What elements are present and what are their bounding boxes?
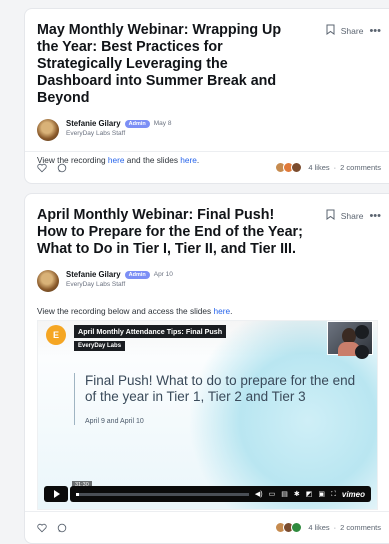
post-actions: Share ••• (326, 24, 381, 37)
author-line: Stefanie Gilary Admin May 8 (66, 119, 171, 128)
video-channel[interactable]: EveryDay Labs (74, 341, 126, 351)
fullscreen-icon[interactable]: ⛶ (331, 491, 336, 498)
avatar (291, 162, 303, 173)
video-player[interactable]: E April Monthly Attendance Tips: Final P… (37, 320, 378, 510)
vimeo-logo[interactable]: vimeo (342, 490, 365, 499)
body-text: View the recording below and access the … (37, 306, 214, 316)
post-card: April Monthly Webinar: Final Push! How t… (24, 193, 389, 544)
heart-icon[interactable] (37, 523, 47, 533)
more-horizontal-icon[interactable]: ••• (369, 25, 381, 36)
watch-later-icon[interactable] (355, 345, 369, 359)
like-video-icon[interactable] (355, 325, 369, 339)
avatar[interactable] (37, 119, 59, 141)
progress-fill (76, 492, 79, 496)
author-line: Stefanie Gilary Admin Apr 10 (66, 270, 173, 279)
channel-logo[interactable]: E (46, 325, 66, 345)
likes-count[interactable]: 4 likes (308, 163, 329, 172)
play-button[interactable] (44, 486, 68, 502)
share-button[interactable]: Share (341, 211, 364, 221)
author-meta: Stefanie Gilary Admin Apr 10 EveryDay La… (66, 270, 173, 288)
post-date[interactable]: Apr 10 (154, 271, 173, 278)
comments-count[interactable]: 2 comments (340, 163, 381, 172)
author-row: Stefanie Gilary Admin Apr 10 EveryDay La… (37, 270, 377, 292)
body-text: . (230, 306, 233, 316)
avatar (291, 522, 303, 533)
post-card: May Monthly Webinar: Wrapping Up the Yea… (24, 8, 389, 184)
bookmark-icon[interactable] (326, 209, 335, 222)
comment-icon[interactable] (57, 163, 67, 173)
slides-link[interactable]: here (214, 306, 231, 316)
post-stats: 4 likes · 2 comments (275, 162, 381, 173)
admin-badge: Admin (124, 119, 150, 128)
post-title[interactable]: May Monthly Webinar: Wrapping Up the Yea… (37, 22, 305, 107)
video-controls: ◀) ▭ ▤ ✱ ◩ ▣ ⛶ vimeo (38, 485, 377, 503)
author-subtitle: EveryDay Labs Staff (66, 281, 126, 288)
post-body: View the recording below and access the … (37, 306, 377, 316)
author-meta: Stefanie Gilary Admin May 8 EveryDay Lab… (66, 119, 171, 137)
stats-separator: · (333, 523, 337, 532)
stats-separator: · (333, 163, 337, 172)
transcript-icon[interactable]: ▤ (281, 491, 288, 498)
author-row: Stefanie Gilary Admin May 8 EveryDay Lab… (37, 119, 377, 141)
pip-icon[interactable]: ▣ (318, 491, 325, 498)
video-slide-headline: Final Push! What to do to prepare for th… (74, 373, 364, 425)
post-header: April Monthly Webinar: Final Push! How t… (25, 194, 389, 258)
author-subtitle: EveryDay Labs Staff (66, 130, 126, 137)
cast-icon[interactable]: ◩ (306, 491, 313, 498)
likes-count[interactable]: 4 likes (308, 523, 329, 532)
captions-icon[interactable]: ▭ (269, 491, 276, 498)
post-footer: 4 likes · 2 comments (25, 511, 389, 543)
slide-subtitle: April 9 and April 10 (85, 418, 144, 425)
more-horizontal-icon[interactable]: ••• (369, 210, 381, 221)
control-bar: ◀) ▭ ▤ ✱ ◩ ▣ ⛶ vimeo (70, 486, 371, 502)
liker-avatars[interactable] (275, 162, 303, 173)
video-title[interactable]: April Monthly Attendance Tips: Final Pus… (74, 325, 227, 338)
post-date[interactable]: May 8 (154, 120, 172, 127)
post-title[interactable]: April Monthly Webinar: Final Push! How t… (37, 207, 305, 258)
progress-bar[interactable] (76, 492, 249, 496)
share-button[interactable]: Share (341, 26, 364, 36)
avatar[interactable] (37, 270, 59, 292)
comments-count[interactable]: 2 comments (340, 523, 381, 532)
play-icon (54, 490, 60, 498)
slide-title: Final Push! What to do to prepare for th… (85, 373, 356, 404)
author-name[interactable]: Stefanie Gilary (66, 270, 121, 279)
post-footer: 4 likes · 2 comments (25, 151, 389, 183)
author-name[interactable]: Stefanie Gilary (66, 119, 121, 128)
liker-avatars[interactable] (275, 522, 303, 533)
settings-icon[interactable]: ✱ (294, 491, 300, 498)
admin-badge: Admin (124, 270, 150, 279)
post-actions: Share ••• (326, 209, 381, 222)
bookmark-icon[interactable] (326, 24, 335, 37)
post-stats: 4 likes · 2 comments (275, 522, 381, 533)
comment-icon[interactable] (57, 523, 67, 533)
post-header: May Monthly Webinar: Wrapping Up the Yea… (25, 9, 389, 107)
volume-icon[interactable]: ◀) (255, 491, 263, 498)
heart-icon[interactable] (37, 163, 47, 173)
